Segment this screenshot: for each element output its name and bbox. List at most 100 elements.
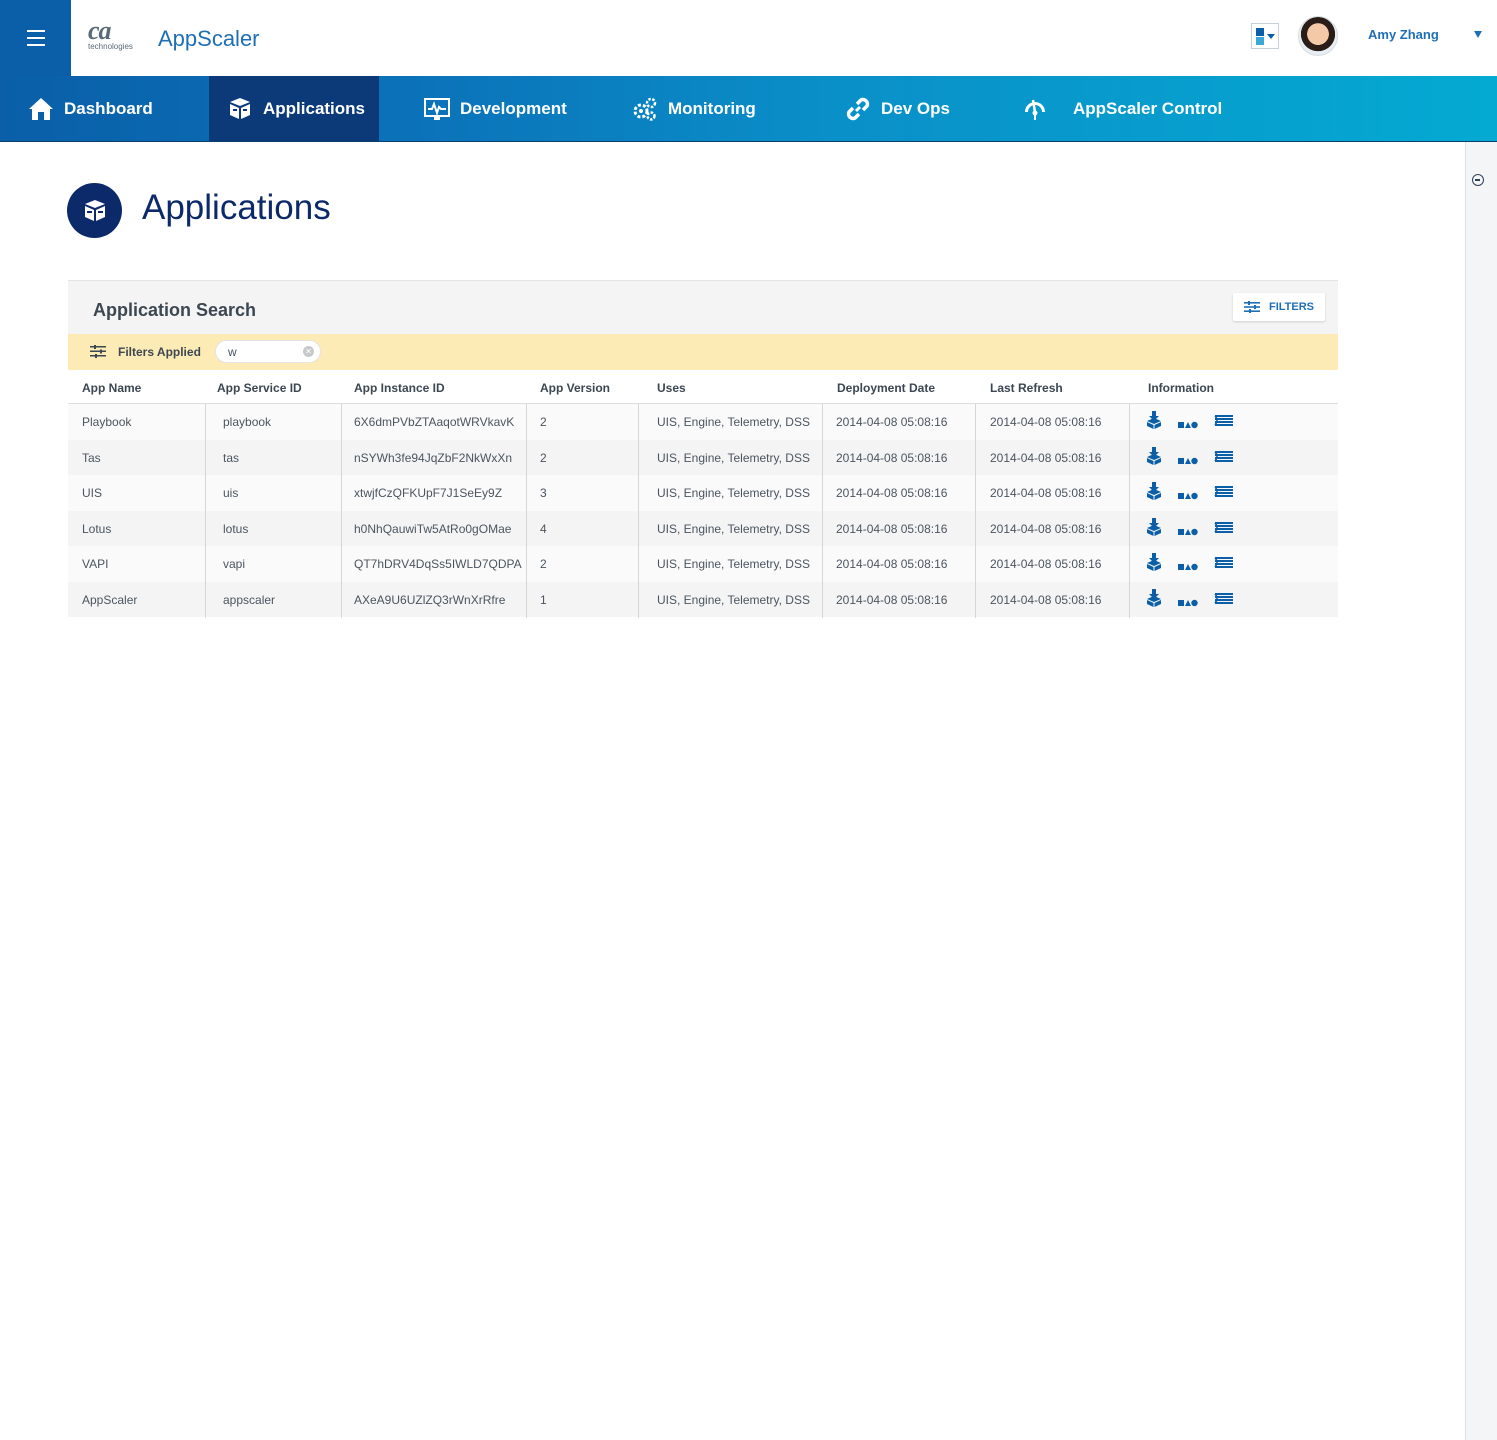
table-row[interactable]: UIS uis xtwjfCzQFKUpF7J1SeEy9Z 3 UIS, Engine… — [68, 475, 1338, 511]
app-name-cell[interactable]: Playbook — [82, 415, 131, 429]
column-header[interactable]: Deployment Date — [837, 381, 935, 395]
deployment-date-cell: 2014-04-08 05:08:16 — [836, 592, 948, 607]
filter-chip[interactable]: w ✕ — [215, 340, 321, 363]
app-version-cell: 3 — [540, 486, 547, 500]
gears-icon — [632, 96, 658, 122]
nav-item-dashboard[interactable]: Dashboard — [28, 76, 208, 141]
app-instance-id-cell: AXeA9U6UZlZQ3rWnXrRfre — [354, 592, 506, 607]
column-divider — [822, 404, 823, 618]
deploy-icon[interactable] — [1145, 517, 1165, 536]
top-bar: ca technologies AppScaler Amy Zhang — [0, 0, 1497, 76]
app-name-cell[interactable]: UIS — [82, 486, 102, 500]
nav-item-dev-ops[interactable]: Dev Ops — [845, 76, 1015, 141]
table-header: App Name App Service ID App Instance ID … — [68, 370, 1338, 404]
last-refresh-cell: 2014-04-08 05:08:16 — [990, 450, 1102, 465]
caret-down-icon — [1267, 34, 1275, 39]
user-name[interactable]: Amy Zhang — [1368, 27, 1439, 42]
app-name-cell[interactable]: Lotus — [82, 522, 111, 536]
app-version-cell: 2 — [540, 557, 547, 571]
layers-icon[interactable] — [1214, 521, 1234, 538]
filter-chip-value: w — [228, 345, 237, 359]
nav-item-label: Dev Ops — [881, 98, 950, 118]
nav-item-appscaler-control[interactable]: AppScaler Control — [1022, 76, 1252, 141]
nav-item-applications[interactable]: Applications — [209, 76, 379, 141]
menu-button[interactable] — [0, 0, 71, 76]
link-icon — [845, 96, 871, 122]
app-instance-id-cell: QT7hDRV4DqSs5IWLD7QDPA — [354, 557, 522, 571]
app-service-id-cell: appscaler — [223, 592, 276, 607]
column-header[interactable]: Uses — [657, 381, 686, 395]
column-divider — [205, 404, 206, 618]
column-divider — [341, 404, 342, 618]
logo-text: ca — [88, 16, 112, 45]
panel-title: Application Search — [93, 300, 257, 320]
shapes-icon[interactable] — [1178, 417, 1198, 434]
logo-subtext: technologies — [88, 42, 133, 51]
column-header[interactable]: App Service ID — [217, 381, 302, 395]
last-refresh-cell: 2014-04-08 05:08:16 — [990, 415, 1102, 429]
app-name-cell[interactable]: VAPI — [82, 557, 108, 571]
table-row[interactable]: Lotus lotus h0NhQauwiTw5AtRo0gOMae 4 UIS, En… — [68, 510, 1338, 546]
layers-icon[interactable] — [1214, 485, 1234, 502]
column-header: Information — [1148, 381, 1214, 395]
table-row[interactable]: Tas tas nSYWh3fe94JqZbF2NkWxXn 2 UIS, Engine… — [68, 439, 1338, 475]
table-row[interactable]: AppScaler appscaler AXeA9U6UZlZQ3rWnXrRfre… — [68, 581, 1338, 617]
deploy-icon[interactable] — [1145, 411, 1165, 429]
app-version-cell: 2 — [540, 415, 547, 429]
shapes-icon[interactable] — [1178, 524, 1198, 541]
app-service-id-cell: lotus — [223, 521, 249, 536]
box-icon — [84, 199, 105, 221]
deploy-icon[interactable] — [1145, 446, 1165, 465]
deploy-icon[interactable] — [1145, 482, 1165, 500]
deploy-icon[interactable] — [1145, 553, 1165, 571]
shapes-icon[interactable] — [1178, 595, 1198, 612]
hamburger-icon — [26, 30, 45, 46]
ca-logo: ca technologies — [88, 18, 140, 58]
collapse-icon[interactable] — [1472, 174, 1484, 186]
column-divider — [1129, 404, 1130, 618]
app-name-cell[interactable]: AppScaler — [82, 593, 137, 607]
filters-applied-label: Filters Applied — [118, 345, 201, 359]
app-name-cell[interactable]: Tas — [82, 451, 101, 465]
last-refresh-cell: 2014-04-08 05:08:16 — [990, 592, 1102, 607]
app-version-cell: 2 — [540, 450, 547, 465]
layout-switcher-button[interactable] — [1251, 23, 1279, 49]
app-instance-id-cell: xtwjfCzQFKUpF7J1SeEy9Z — [354, 486, 503, 500]
layers-icon[interactable] — [1214, 556, 1234, 573]
uses-cell: UIS, Engine, Telemetry, DSS — [657, 557, 810, 571]
uses-cell: UIS, Engine, Telemetry, DSS — [657, 592, 810, 607]
nav-item-monitoring[interactable]: Monitoring — [632, 76, 822, 141]
column-header[interactable]: Last Refresh — [990, 381, 1063, 395]
app-version-cell: 4 — [540, 521, 547, 536]
app-instance-id-cell: h0NhQauwiTw5AtRo0gOMae — [354, 521, 512, 536]
uses-cell: UIS, Engine, Telemetry, DSS — [657, 450, 810, 465]
last-refresh-cell: 2014-04-08 05:08:16 — [990, 486, 1102, 500]
nav-item-development[interactable]: Development — [424, 76, 614, 141]
column-divider — [526, 404, 527, 618]
uses-cell: UIS, Engine, Telemetry, DSS — [657, 415, 810, 429]
shapes-icon[interactable] — [1178, 559, 1198, 576]
app-version-cell: 1 — [540, 592, 547, 607]
app-service-id-cell: tas — [223, 450, 240, 465]
table-row[interactable]: Playbook playbook 6X6dmPVbZTAaqotWRVkavK 2 U… — [68, 404, 1338, 440]
layers-icon[interactable] — [1214, 592, 1234, 609]
last-refresh-cell: 2014-04-08 05:08:16 — [990, 557, 1102, 571]
app-service-id-cell: vapi — [223, 557, 246, 571]
app-instance-id-cell: 6X6dmPVbZTAaqotWRVkavK — [354, 415, 515, 429]
clear-filter-icon[interactable]: ✕ — [303, 346, 314, 357]
shapes-icon[interactable] — [1178, 488, 1198, 505]
deploy-icon[interactable] — [1145, 588, 1165, 607]
column-divider — [975, 404, 976, 618]
avatar[interactable] — [1298, 16, 1338, 56]
gauge-icon — [1022, 96, 1048, 122]
user-menu-caret-icon[interactable] — [1474, 31, 1482, 38]
filters-button[interactable]: FILTERS — [1233, 293, 1325, 321]
column-header[interactable]: App Name — [82, 381, 141, 395]
main-nav: Dashboard Applications Development Monit… — [0, 76, 1497, 142]
shapes-icon[interactable] — [1178, 453, 1198, 470]
column-header[interactable]: App Instance ID — [354, 381, 445, 395]
layers-icon[interactable] — [1214, 450, 1234, 467]
layers-icon[interactable] — [1214, 414, 1234, 431]
table-row[interactable]: VAPI vapi QT7hDRV4DqSs5IWLD7QDPA 2 UIS, Engi… — [68, 546, 1338, 582]
column-header[interactable]: App Version — [540, 381, 610, 395]
